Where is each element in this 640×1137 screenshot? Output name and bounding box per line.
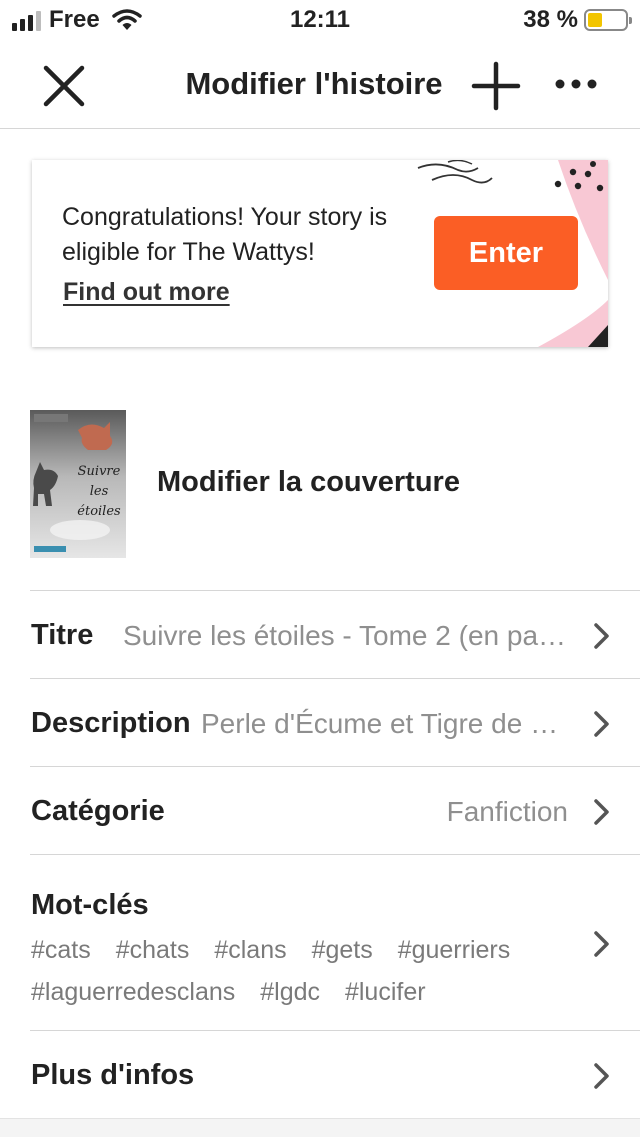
section-divider — [0, 1118, 640, 1137]
page-title: Modifier l'histoire — [185, 66, 443, 101]
tags-label: Mot-clés — [31, 889, 149, 921]
add-icon[interactable] — [470, 60, 522, 112]
chevron-right-icon — [594, 711, 609, 737]
battery-percent: 38 % — [523, 6, 578, 33]
edit-cover-button[interactable]: Modifier la couverture — [157, 466, 460, 499]
wattys-banner: Congratulations! Your story is eligible … — [32, 160, 608, 347]
battery-icon — [584, 9, 632, 31]
more-info-label: Plus d'infos — [31, 1059, 195, 1091]
tag: #laguerredesclans — [31, 978, 236, 1006]
category-value: Fanfiction — [446, 796, 568, 827]
tag: #lgdc — [260, 978, 321, 1006]
tag: #clans — [214, 936, 287, 964]
chevron-right-icon — [594, 799, 609, 825]
description-value: Perle d'Écume et Tigre de Lune — [201, 708, 559, 739]
enter-button[interactable]: Enter — [434, 216, 578, 290]
description-label: Description — [31, 707, 191, 739]
row-more-info[interactable]: Plus d'infos — [30, 1030, 640, 1118]
row-category[interactable]: Catégorie Fanfiction — [30, 766, 640, 854]
row-title[interactable]: Titre Suivre les étoiles - Tome 2 (en pa… — [30, 590, 640, 678]
cover-title-line1: Suivre les — [77, 464, 121, 499]
tag: #chats — [115, 936, 190, 964]
find-out-more-link[interactable]: Find out more — [63, 278, 230, 307]
tag: #lucifer — [344, 978, 426, 1006]
cover-thumbnail[interactable]: Suivre les étoiles — [30, 410, 126, 558]
navigation-bar: Modifier l'histoire — [0, 44, 640, 129]
battery: 38 % — [523, 6, 632, 34]
chevron-right-icon — [594, 1063, 609, 1089]
title-label: Titre — [31, 619, 94, 651]
tags-list: #cats #chats #clans #gets #guerriers #la… — [31, 929, 561, 1013]
status-bar: Free 12:11 38 % — [0, 0, 640, 44]
banner-message: Congratulations! Your story is eligible … — [62, 203, 388, 266]
row-tags[interactable]: Mot-clés #cats #chats #clans #gets #guer… — [30, 854, 640, 1030]
row-description[interactable]: Description Perle d'Écume et Tigre de Lu… — [30, 678, 640, 766]
tag: #gets — [311, 936, 373, 964]
title-value: Suivre les étoiles - Tome 2 (en pause) — [123, 620, 573, 651]
chevron-right-icon — [594, 931, 609, 957]
cover-title-line2: étoiles — [77, 504, 121, 519]
category-label: Catégorie — [31, 795, 165, 827]
tag: #guerriers — [397, 936, 511, 964]
chevron-right-icon — [594, 623, 609, 649]
more-icon[interactable] — [552, 66, 600, 106]
tag: #cats — [31, 936, 91, 964]
